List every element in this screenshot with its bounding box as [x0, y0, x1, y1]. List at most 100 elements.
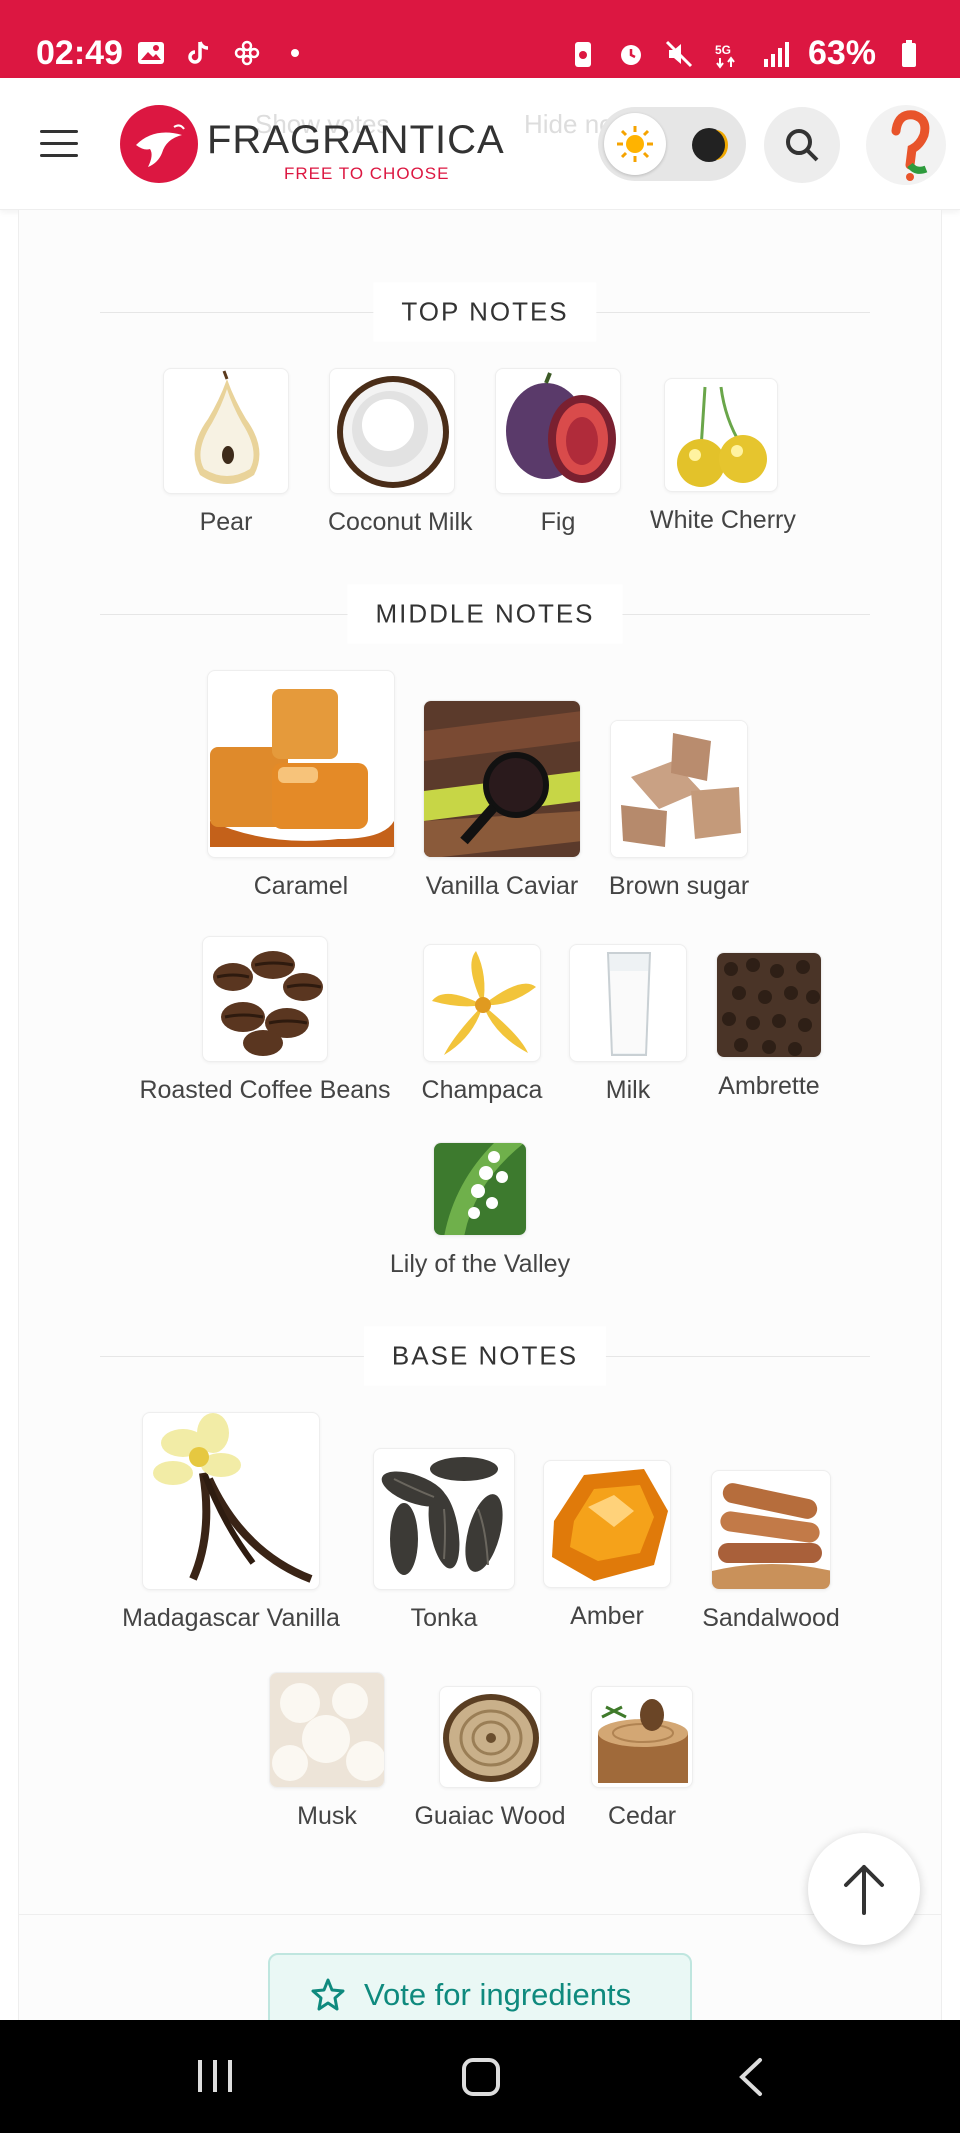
- theme-toggle[interactable]: [598, 107, 746, 181]
- note-fig[interactable]: Fig: [494, 368, 622, 537]
- hamburger-icon[interactable]: [40, 130, 78, 160]
- note-brown-sugar[interactable]: Brown sugar: [600, 720, 758, 901]
- note-label: Coconut Milk: [328, 508, 473, 536]
- note-label: Madagascar Vanilla: [122, 1604, 340, 1632]
- search-button[interactable]: [764, 107, 840, 183]
- gallery-icon: [138, 42, 164, 64]
- note-lily-of-the-valley[interactable]: Lily of the Valley: [380, 1142, 580, 1279]
- note-label: Amber: [570, 1602, 644, 1630]
- caramel-image: [207, 670, 395, 858]
- user-avatar-icon: [891, 110, 930, 181]
- lily-image: [433, 1142, 527, 1236]
- app-header: Show votes Hide notes FRAGRANTICA FREE T…: [0, 78, 960, 210]
- base-notes-title: BASE NOTES: [363, 1326, 607, 1386]
- note-madagascar-vanilla[interactable]: Madagascar Vanilla: [114, 1412, 348, 1633]
- note-label: Ambrette: [718, 1072, 820, 1100]
- madagascar-vanilla-image: [142, 1412, 320, 1590]
- flower-icon: [234, 40, 260, 66]
- middle-notes-header: MIDDLE NOTES: [100, 584, 870, 644]
- musk-image: [269, 1672, 385, 1788]
- note-label: Pear: [199, 508, 253, 536]
- coffee-beans-image: [202, 936, 328, 1062]
- middle-notes-title: MIDDLE NOTES: [347, 584, 623, 644]
- status-bar: 02:49 5G 63%: [0, 0, 960, 78]
- champaca-image: [423, 944, 541, 1062]
- note-caramel[interactable]: Caramel: [206, 670, 396, 901]
- logo-title[interactable]: FRAGRANTICA: [207, 118, 505, 163]
- avatar[interactable]: [866, 105, 946, 185]
- note-sandalwood[interactable]: Sandalwood: [700, 1470, 842, 1633]
- search-icon: [786, 129, 819, 162]
- battery-icon: [902, 39, 916, 67]
- guaiac-wood-image: [439, 1686, 541, 1788]
- note-guaiac-wood[interactable]: Guaiac Wood: [410, 1686, 570, 1831]
- top-notes-title: TOP NOTES: [373, 282, 597, 342]
- vanilla-caviar-image: [423, 700, 581, 858]
- section-divider: [18, 1914, 942, 1915]
- note-label: Sandalwood: [702, 1604, 840, 1632]
- note-label: Brown sugar: [608, 872, 750, 900]
- tiktok-icon: [188, 41, 209, 64]
- sun-icon: [617, 126, 653, 162]
- svg-text:5G: 5G: [715, 43, 731, 57]
- status-right: 5G 63%: [568, 34, 924, 73]
- mute-icon: [665, 40, 692, 67]
- network-5g-icon: 5G: [715, 43, 735, 69]
- note-white-cherry[interactable]: White Cherry: [650, 378, 796, 535]
- dot-icon: [291, 49, 299, 57]
- arrow-up-icon: [844, 1865, 884, 1915]
- battery-saver-icon: [574, 41, 591, 67]
- note-ambrette[interactable]: Ambrette: [706, 952, 832, 1101]
- note-musk[interactable]: Musk: [268, 1672, 386, 1831]
- ambrette-image: [716, 952, 822, 1058]
- status-time: 02:49: [36, 34, 123, 72]
- note-label: Lily of the Valley: [389, 1250, 571, 1278]
- logo-icon[interactable]: [120, 105, 198, 183]
- sandalwood-image: [711, 1470, 831, 1590]
- tonka-image: [373, 1448, 515, 1590]
- note-cedar[interactable]: Cedar: [590, 1686, 694, 1831]
- note-amber[interactable]: Amber: [542, 1460, 672, 1631]
- white-cherry-image: [664, 378, 778, 492]
- moon-icon: [692, 128, 728, 162]
- status-left-icons: [136, 38, 310, 68]
- star-icon: [311, 1978, 345, 2011]
- brown-sugar-image: [610, 720, 748, 858]
- note-label: Fig: [540, 508, 576, 536]
- alarm-icon: [620, 44, 641, 65]
- fig-image: [495, 368, 621, 494]
- base-notes-header: BASE NOTES: [100, 1326, 870, 1386]
- home-icon[interactable]: [460, 2056, 502, 2098]
- note-label: Champaca: [421, 1076, 543, 1104]
- vote-button-label: Vote for ingredients: [364, 1977, 632, 2012]
- signal-icon: [763, 41, 789, 67]
- cedar-image: [591, 1686, 693, 1788]
- battery-percent: 63%: [807, 34, 876, 72]
- top-notes-header: TOP NOTES: [100, 282, 870, 342]
- note-label: White Cherry: [650, 506, 796, 534]
- milk-image: [569, 944, 687, 1062]
- note-label: Guaiac Wood: [414, 1802, 566, 1830]
- note-vanilla-caviar[interactable]: Vanilla Caviar: [412, 700, 592, 901]
- note-label: Vanilla Caviar: [425, 872, 579, 900]
- note-label: Caramel: [253, 872, 349, 900]
- note-label: Tonka: [410, 1604, 478, 1632]
- back-icon[interactable]: [736, 2056, 766, 2098]
- note-roasted-coffee-beans[interactable]: Roasted Coffee Beans: [132, 936, 398, 1105]
- note-coconut-milk[interactable]: Coconut Milk: [328, 368, 473, 537]
- pear-image: [163, 368, 289, 494]
- note-tonka[interactable]: Tonka: [372, 1448, 516, 1633]
- note-champaca[interactable]: Champaca: [414, 944, 550, 1105]
- note-label: Musk: [297, 1802, 357, 1830]
- amber-image: [543, 1460, 671, 1588]
- note-pear[interactable]: Pear: [162, 368, 290, 537]
- recents-icon[interactable]: [194, 2056, 236, 2096]
- note-label: Milk: [605, 1076, 651, 1104]
- scroll-top-button[interactable]: [808, 1833, 920, 1945]
- logo-subtitle: FREE TO CHOOSE: [284, 164, 450, 183]
- note-label: Cedar: [607, 1802, 677, 1830]
- system-nav-bar: [0, 2020, 960, 2133]
- coconut-image: [329, 368, 455, 494]
- note-label: Roasted Coffee Beans: [139, 1076, 391, 1104]
- note-milk[interactable]: Milk: [568, 944, 688, 1105]
